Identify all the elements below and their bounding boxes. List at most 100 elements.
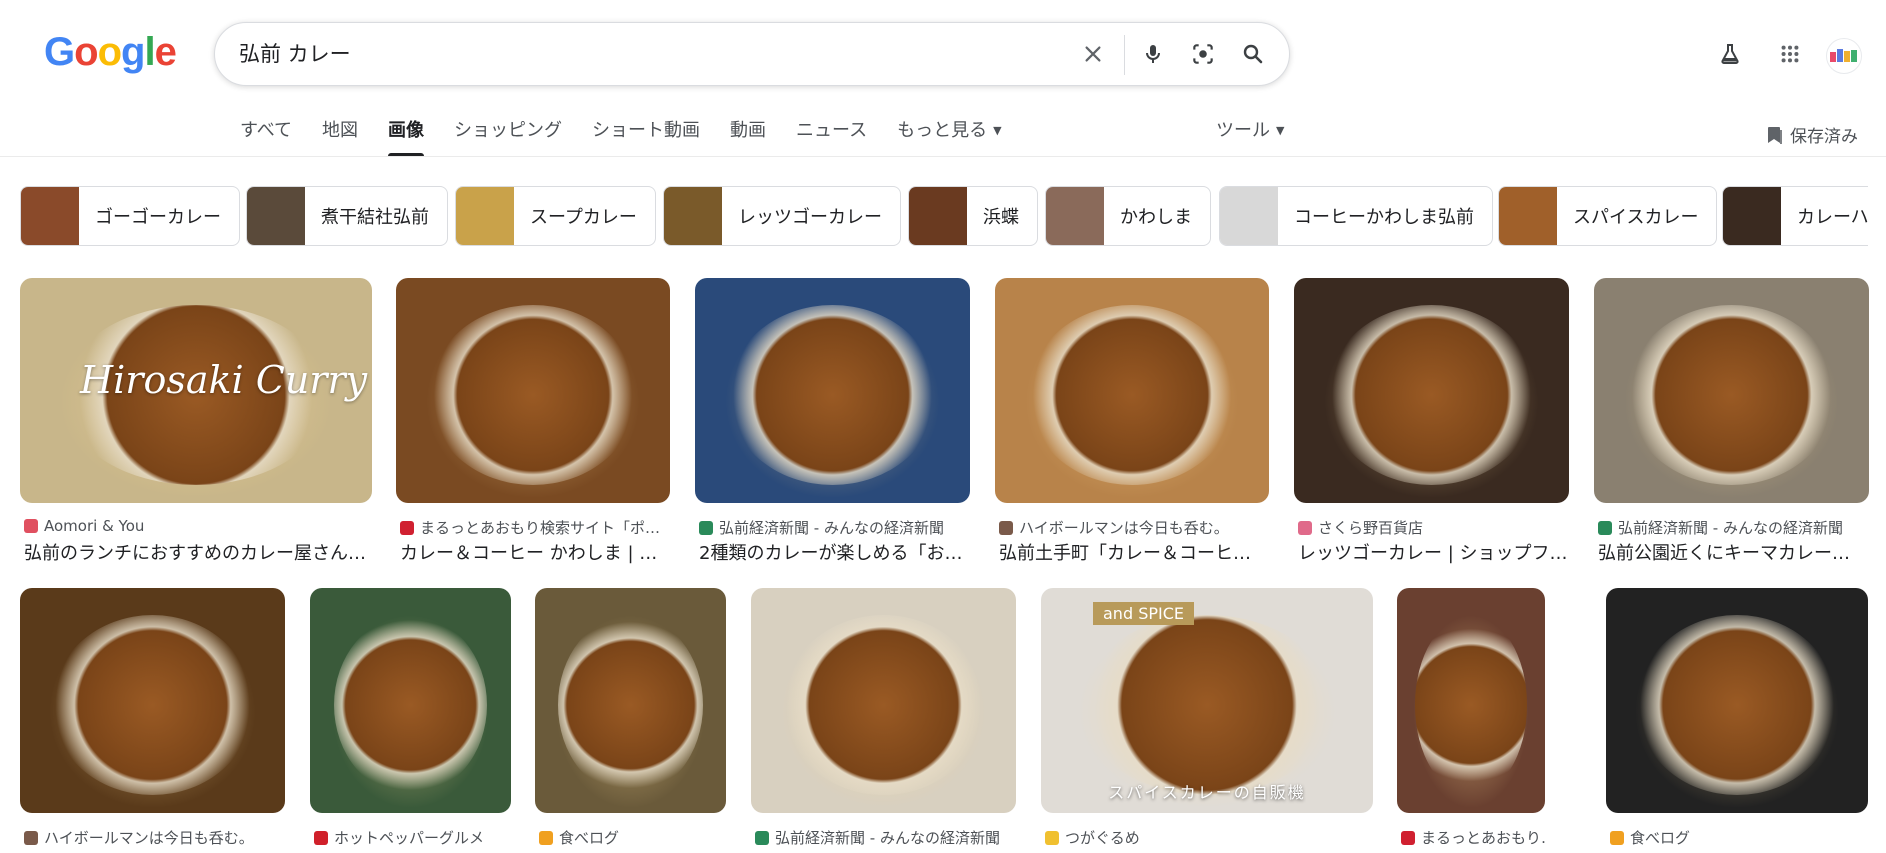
result-source[interactable]: まるっとあおもり… [1401, 827, 1545, 848]
search-input[interactable]: 弘前 カレー [239, 23, 351, 85]
result-title[interactable]: カレー＆コーヒー かわ… [314, 849, 511, 853]
result-thumbnail[interactable]: Hirosaki Curry [20, 278, 372, 503]
result-source[interactable]: 弘前経済新聞 - みんなの経済新聞 [699, 517, 970, 538]
tab-videos[interactable]: 動画 [730, 114, 766, 156]
result-source[interactable]: つがぐるめ [1045, 827, 1373, 848]
result-title[interactable]: 弘前カレー ア ハイブ… [24, 849, 285, 853]
chip[interactable]: ゴーゴーカレー [20, 186, 240, 246]
result-thumbnail[interactable] [1606, 588, 1868, 813]
image-result[interactable]: Hirosaki Curry Aomori & You 弘前のランチにおすすめのカレ… [20, 278, 372, 583]
result-thumbnail[interactable] [535, 588, 726, 813]
tab-short-videos[interactable]: ショート動画 [592, 114, 700, 156]
result-source[interactable]: 弘前経済新聞 - みんなの経済新聞 [1598, 517, 1869, 538]
result-source[interactable]: さくら野百貨店 [1298, 517, 1569, 538]
tools-button[interactable]: ツール ▼ [1216, 116, 1284, 142]
result-source[interactable]: ホットペッパーグルメ [314, 827, 511, 848]
image-result[interactable]: 食べログカレー＆コーヒー か… [535, 588, 726, 853]
result-thumbnail[interactable] [1397, 588, 1545, 813]
image-result[interactable]: さくら野百貨店レッツゴーカレー | ショップフ… [1294, 278, 1569, 583]
plate-shape [728, 305, 937, 485]
image-result[interactable]: and SPICE スパイスカレーの自販機つがぐるめ No.190 弘前市】24時間… [1041, 588, 1373, 853]
tab-shopping[interactable]: ショッピング [454, 114, 562, 156]
result-title[interactable]: 弘前のランチにおすすめのカレー屋さん… [24, 539, 372, 565]
tab-maps[interactable]: 地図 [322, 114, 358, 156]
tab-news[interactable]: ニュース [796, 114, 867, 156]
result-source[interactable]: ハイボールマンは今日も呑む。 [999, 517, 1269, 538]
result-title[interactable]: 2種類のカレーが楽しめる「お… [699, 539, 970, 565]
result-title[interactable]: 弘前公園近くにキーマカレー… [1598, 539, 1869, 565]
account-avatar[interactable] [1826, 38, 1862, 74]
chip-thumbnail [1723, 187, 1781, 245]
result-source[interactable]: まるっとあおもり検索サイト「ポ… [400, 517, 670, 538]
result-thumbnail[interactable] [695, 278, 970, 503]
image-caption-top: and SPICE [1093, 602, 1194, 625]
plate-shape [1027, 305, 1237, 485]
plate-shape [1414, 615, 1528, 795]
labs-flask-icon[interactable] [1712, 36, 1748, 72]
source-name: さくら野百貨店 [1318, 519, 1424, 537]
result-source[interactable]: 食べログ [1610, 827, 1868, 848]
result-thumbnail[interactable] [396, 278, 670, 503]
result-thumbnail[interactable] [751, 588, 1016, 813]
result-source[interactable]: Aomori & You [24, 517, 372, 535]
image-result[interactable]: まるっとあおもり検索サイト「ポ… カレー＆コーヒー かわしま | … [396, 278, 670, 583]
image-result[interactable]: まるっとあおもり… カレー＆コーヒー… [1397, 588, 1545, 853]
result-source[interactable]: ハイボールマンは今日も呑む。 [24, 827, 285, 848]
chip[interactable]: レッツゴーカレー [663, 186, 901, 246]
image-result[interactable]: ハイボールマンは今日も呑む。 弘前土手町「カレー＆コーヒ… [995, 278, 1269, 583]
chip[interactable]: スープカレー [455, 186, 656, 246]
image-result[interactable]: 弘前経済新聞 - みんなの経済新聞弘前のカレー店「かわしま」… [751, 588, 1016, 853]
site-favicon-icon [999, 520, 1013, 535]
result-title[interactable]: レッツゴーカレー | ショップフ… [1298, 539, 1569, 565]
chip[interactable]: カレーハ [1722, 186, 1868, 246]
result-title[interactable]: カレーハウス花椒 - 弘前/カレ… [1610, 849, 1868, 853]
result-thumbnail[interactable] [310, 588, 511, 813]
result-title[interactable]: カレー＆コーヒー かわしま | … [400, 539, 670, 565]
saved-button[interactable]: 保存済み [1766, 122, 1858, 147]
result-source[interactable]: 食べログ [539, 827, 726, 848]
plate-shape [334, 615, 487, 795]
microphone-icon[interactable] [1135, 36, 1171, 72]
tab-images[interactable]: 画像 [388, 114, 425, 156]
result-title[interactable]: 弘前のカレー店「かわしま」… [755, 849, 1016, 853]
lens-camera-icon[interactable] [1185, 36, 1221, 72]
google-logo[interactable]: Google [44, 30, 177, 74]
result-thumbnail[interactable]: and SPICE スパイスカレーの自販機 [1041, 588, 1373, 813]
site-favicon-icon [314, 830, 328, 845]
chip-thumbnail [456, 187, 514, 245]
image-result[interactable]: ハイボールマンは今日も呑む。弘前カレー ア ハイブ… [20, 588, 285, 853]
image-result[interactable]: 弘前経済新聞 - みんなの経済新聞 弘前公園近くにキーマカレー… [1594, 278, 1869, 583]
image-result[interactable]: ホットペッパーグルメカレー＆コーヒー かわ… [310, 588, 511, 853]
apps-grid-icon[interactable] [1772, 36, 1808, 72]
chip[interactable]: スパイスカレー [1498, 186, 1718, 246]
result-source[interactable]: 弘前経済新聞 - みんなの経済新聞 [755, 827, 1016, 848]
chip[interactable]: 浜蝶 [908, 186, 1038, 246]
tab-all[interactable]: すべて [240, 114, 292, 156]
clear-icon[interactable] [1075, 36, 1111, 72]
chip[interactable]: コーヒーかわしま弘前 [1219, 186, 1493, 246]
chip-thumbnail [247, 187, 305, 245]
plate-shape [557, 615, 704, 795]
chip[interactable]: 煮干結社弘前 [246, 186, 448, 246]
tab-more-label: もっと見る [897, 120, 988, 141]
logo-letter: o [97, 30, 122, 74]
logo-letter: o [74, 30, 98, 74]
result-title[interactable]: カレー＆コーヒー か… [539, 849, 726, 853]
result-title[interactable]: 弘前土手町「カレー＆コーヒ… [999, 539, 1269, 565]
image-result[interactable]: 食べログカレーハウス花椒 - 弘前/カレ… [1606, 588, 1868, 853]
search-divider [1124, 35, 1125, 75]
result-thumbnail[interactable] [20, 588, 285, 813]
result-thumbnail[interactable] [1294, 278, 1569, 503]
result-title[interactable]: No.190 弘前市】24時間手軽に購入で… [1045, 849, 1373, 853]
result-thumbnail[interactable] [995, 278, 1269, 503]
site-favicon-icon [24, 519, 38, 533]
result-title[interactable]: カレー＆コーヒー… [1401, 849, 1545, 853]
plate-shape [782, 615, 985, 795]
header-divider [0, 156, 1886, 157]
search-icon[interactable] [1235, 36, 1271, 72]
search-box[interactable]: 弘前 カレー [214, 22, 1290, 86]
tab-more[interactable]: もっと見る ▼ [897, 114, 1001, 156]
image-result[interactable]: 弘前経済新聞 - みんなの経済新聞 2種類のカレーが楽しめる「お… [695, 278, 970, 583]
chip[interactable]: かわしま [1045, 186, 1211, 246]
result-thumbnail[interactable] [1594, 278, 1869, 503]
